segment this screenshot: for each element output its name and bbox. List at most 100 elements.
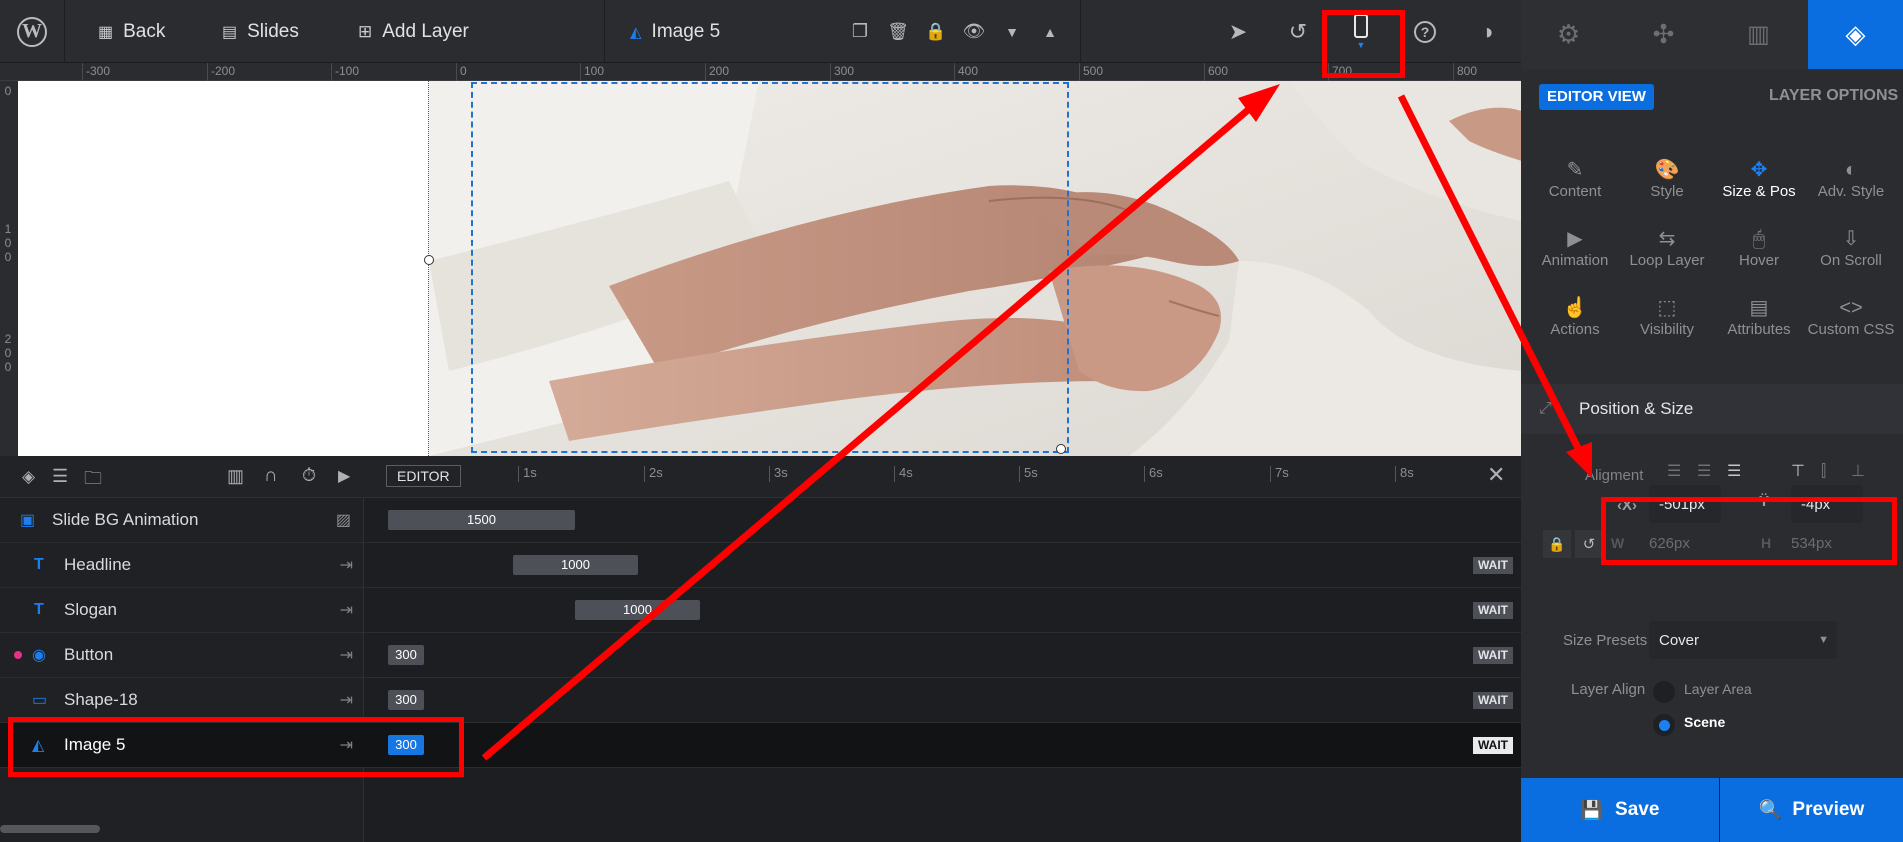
help-icon[interactable]: ? [1410, 0, 1440, 63]
layer-row-slogan[interactable]: T Slogan ⇥ [0, 588, 363, 633]
jump-to-end-icon[interactable]: ⇥ [340, 600, 353, 620]
option-loop-layer[interactable]: ⇆ Loop Layer [1621, 226, 1713, 286]
layer-selection-box[interactable] [471, 82, 1069, 453]
layer-list: ▣ Slide BG Animation ▨ T Headline ⇥ T Sl… [0, 498, 363, 842]
layers-tab-icon[interactable]: ◈ [1808, 0, 1903, 69]
align-bottom-icon[interactable]: ⊥ [1851, 463, 1873, 481]
slides-tab-icon[interactable]: ▥ [1711, 0, 1806, 69]
slides-button[interactable]: ▤ Slides [222, 0, 299, 63]
align-top-icon[interactable]: ⊤ [1791, 463, 1813, 481]
ruler-label: 0 [4, 360, 12, 374]
editor-view-badge[interactable]: EDITOR VIEW [1539, 84, 1654, 110]
wait-badge[interactable]: WAIT [1473, 557, 1513, 574]
close-icon[interactable]: ✕ [1487, 462, 1505, 488]
option-content[interactable]: ✎ Content [1529, 157, 1621, 217]
save-icon: 💾 [1580, 799, 1604, 820]
play-timeline-icon[interactable]: ▶ [338, 466, 350, 486]
timeline-bar[interactable]: 1500 [388, 510, 575, 530]
ruler-label: 0 [4, 236, 12, 250]
radio-layer-area[interactable] [1653, 681, 1675, 703]
option-attributes[interactable]: ▤ Attributes [1713, 295, 1805, 355]
gallery-icon[interactable]: ▨ [336, 510, 351, 530]
grid-view-icon[interactable]: ▥ [227, 466, 244, 487]
wordpress-logo-icon[interactable]: W [12, 0, 52, 63]
magnet-icon[interactable]: ∩ [264, 465, 278, 487]
text-icon: T [34, 556, 44, 573]
ruler-label: 800 [1453, 63, 1477, 81]
align-right-icon[interactable]: ☰ [1727, 463, 1749, 481]
timeline-bar[interactable]: 1000 [575, 600, 700, 620]
align-center-icon[interactable]: ☰ [1697, 463, 1719, 481]
add-layer-button[interactable]: ⊞ Add Layer [358, 0, 469, 63]
option-size-pos[interactable]: ✥ Size & Pos [1713, 157, 1805, 217]
track-headline: 1000 WAIT [363, 543, 1521, 588]
option-actions[interactable]: ☝ Actions [1529, 295, 1621, 355]
layer-row-slide-bg[interactable]: ▣ Slide BG Animation ▨ [0, 498, 363, 543]
file-icon: ▤ [1749, 297, 1769, 319]
position-size-section-header[interactable]: ⤢ Position & Size [1521, 384, 1903, 434]
contrast-icon: ◐ [1844, 159, 1858, 181]
align-middle-icon[interactable]: ⫿ [1821, 463, 1843, 481]
navigation-tab-icon[interactable]: ✣ [1616, 0, 1711, 69]
duplicate-icon[interactable]: ❐ [848, 0, 872, 63]
code-icon: <> [1839, 297, 1863, 319]
timeline-bar[interactable]: 1000 [513, 555, 638, 575]
delete-icon[interactable]: 🗑 [886, 0, 910, 63]
layer-row-headline[interactable]: T Headline ⇥ [0, 543, 363, 588]
text-icon: T [34, 601, 44, 618]
option-adv-style[interactable]: ◐ Adv. Style [1805, 157, 1897, 217]
option-on-scroll[interactable]: ⇩ On Scroll [1805, 226, 1897, 286]
time-label: 4s [894, 466, 913, 482]
list-icon[interactable]: ☰ [52, 466, 68, 487]
ruler-label: 0 [4, 84, 12, 98]
jump-to-end-icon[interactable]: ⇥ [340, 555, 353, 575]
option-visibility[interactable]: ⬚ Visibility [1621, 295, 1713, 355]
radio-scene[interactable] [1653, 714, 1675, 736]
align-left-icon[interactable]: ☰ [1667, 463, 1689, 481]
contrast-toggle-icon[interactable]: ◑ [1472, 0, 1502, 63]
save-button[interactable]: 💾 Save [1521, 778, 1719, 842]
wait-badge[interactable]: WAIT [1473, 647, 1513, 664]
layer-row-button[interactable]: ◉ Button ⇥ [0, 633, 363, 678]
slides-icon: ▤ [222, 23, 238, 41]
cursor-icon[interactable]: ➤ [1224, 0, 1252, 63]
ruler-label: -300 [82, 63, 110, 81]
move-icon: ✥ [1750, 159, 1768, 181]
layer-options-panel: EDITOR VIEW LAYER OPTIONS ✎ Content 🎨 Styl… [1521, 69, 1903, 778]
option-style[interactable]: 🎨 Style [1621, 157, 1713, 217]
lock-ratio-icon[interactable]: 🔒 [1543, 530, 1571, 558]
wait-badge[interactable]: WAIT [1473, 692, 1513, 709]
wait-badge[interactable]: WAIT [1473, 737, 1513, 754]
editor-tag[interactable]: EDITOR [386, 465, 461, 487]
back-button[interactable]: ▦ Back [98, 0, 165, 63]
resize-handle[interactable] [1056, 444, 1066, 454]
caret-down-icon[interactable]: ▼ [1000, 0, 1024, 63]
preview-button[interactable]: 🔍 Preview [1720, 778, 1903, 842]
radio-label: Layer Area [1684, 681, 1752, 697]
settings-tab-icon[interactable]: ⚙ [1521, 0, 1616, 69]
timeline-bar[interactable]: 300 [388, 645, 424, 665]
option-custom-css[interactable]: <> Custom CSS [1805, 295, 1897, 355]
jump-to-end-icon[interactable]: ⇥ [340, 690, 353, 710]
jump-to-end-icon[interactable]: ⇥ [340, 645, 353, 665]
layers-icon[interactable]: ◈ [22, 467, 35, 487]
slider-editor: W ▦ Back ▤ Slides ⊞ Add Layer ◭ Image 5 … [0, 0, 1903, 842]
reset-size-icon[interactable]: ↺ [1575, 530, 1603, 558]
lock-icon[interactable]: 🔒 [924, 0, 948, 63]
timeline-bar[interactable]: 300 [388, 690, 424, 710]
folder-icon[interactable]: 🗀 [84, 466, 102, 496]
option-hover[interactable]: 🖱 Hover [1713, 226, 1805, 286]
undo-icon[interactable]: ↺ [1284, 0, 1312, 63]
resize-handle[interactable] [424, 255, 434, 265]
timer-icon[interactable]: ⏱ [302, 465, 316, 486]
size-presets-select[interactable]: Cover ▼ [1649, 621, 1837, 659]
eye-icon[interactable]: 👁 [962, 0, 986, 63]
ruler-label: 500 [1079, 63, 1103, 81]
caret-up-icon[interactable]: ▲ [1038, 0, 1062, 63]
marker-dot [14, 651, 22, 659]
time-label: 5s [1019, 466, 1038, 482]
option-animation[interactable]: ▶ Animation [1529, 226, 1621, 286]
horizontal-scrollbar[interactable] [0, 825, 100, 833]
radio-label: Scene [1684, 714, 1726, 730]
wait-badge[interactable]: WAIT [1473, 602, 1513, 619]
